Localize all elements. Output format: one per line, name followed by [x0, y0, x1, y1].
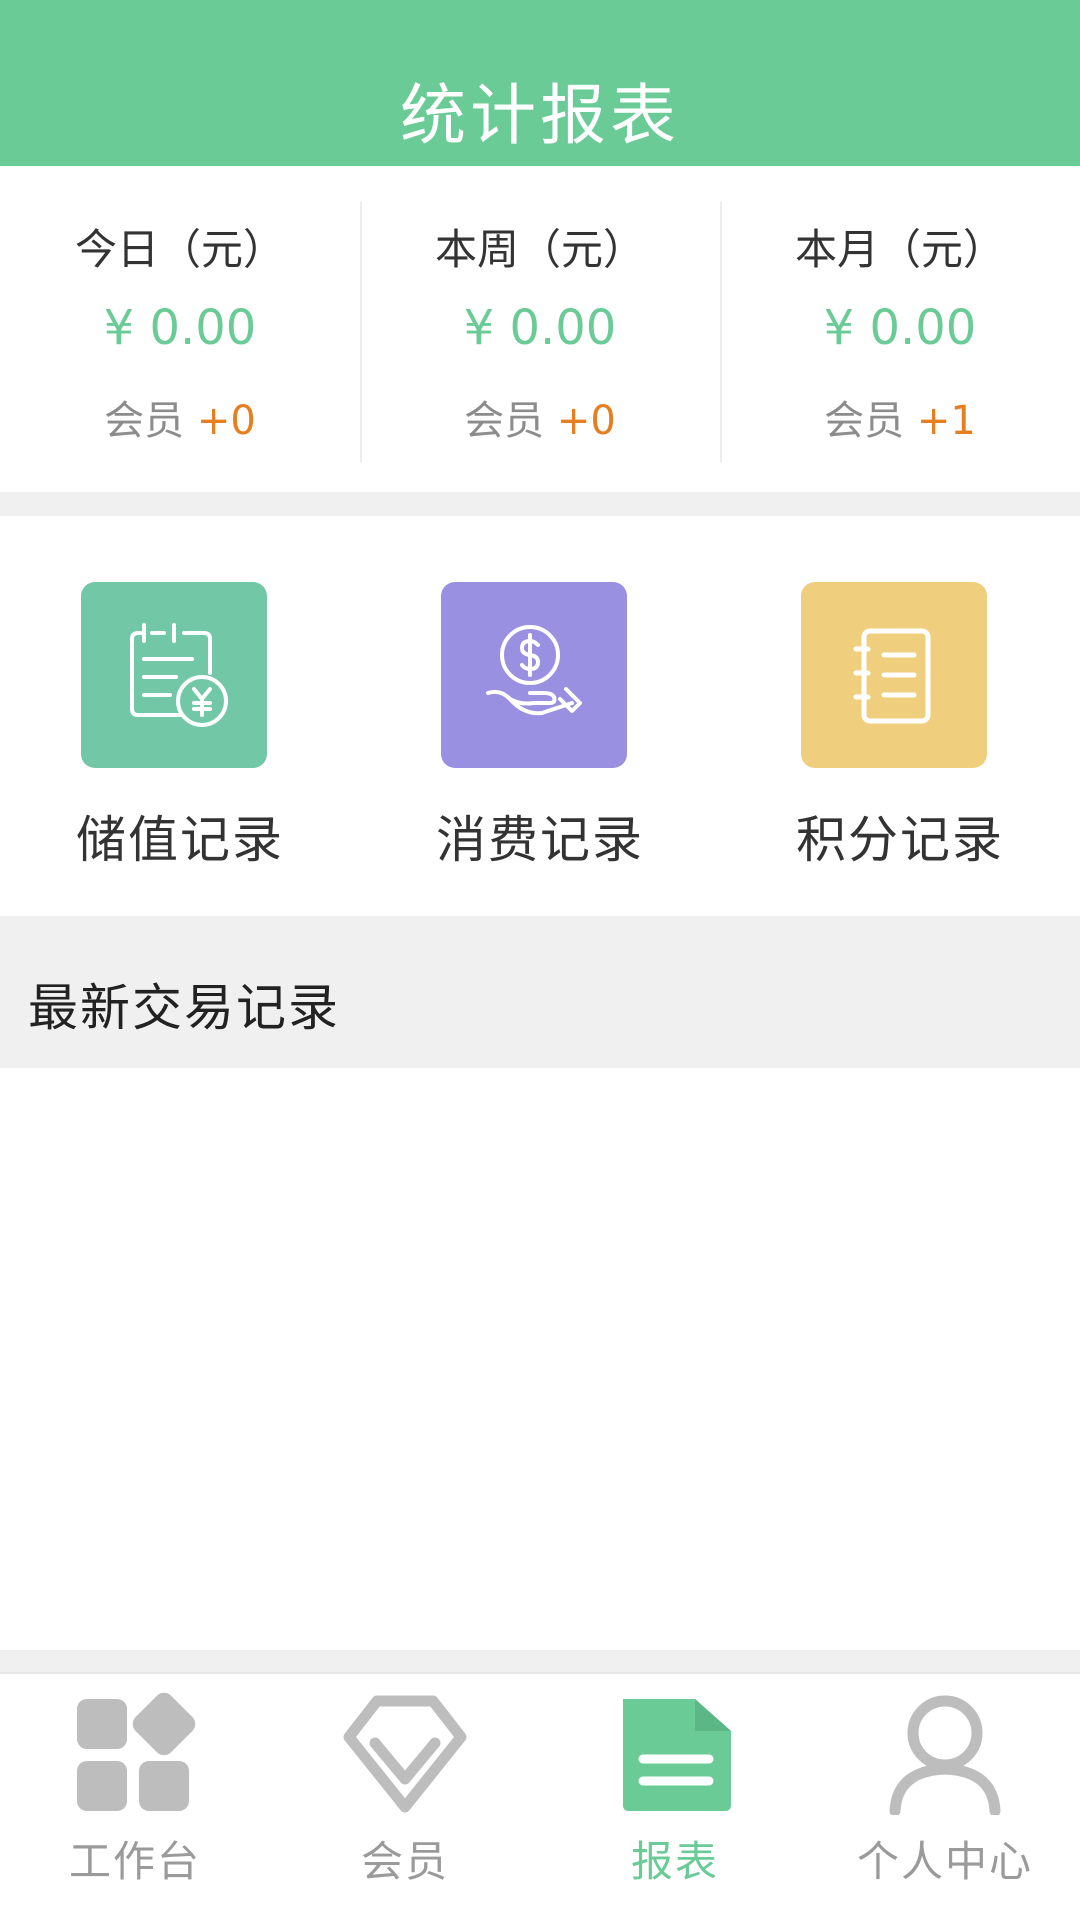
stat-label: 本周（元） [434, 225, 645, 274]
latest-transactions-header: 最新交易记录 [0, 916, 1080, 1068]
members-prefix: 会员 [104, 398, 197, 444]
stat-month: 本月（元） ¥ 0.00 会员 +1 [720, 166, 1080, 492]
members-delta: +0 [196, 398, 256, 444]
header-bar: 统计报表 [0, 0, 1080, 166]
page-title: 统计报表 [400, 77, 680, 154]
stat-amount: ¥ 0.00 [103, 300, 257, 356]
hand-dollar-icon [441, 582, 627, 768]
tab-reports[interactable]: 报表 [540, 1674, 810, 1920]
tab-label: 个人中心 [856, 1837, 1033, 1886]
stat-label: 本月（元） [794, 225, 1005, 274]
tabbar-divider [0, 1650, 1080, 1672]
members-delta: +1 [916, 398, 976, 444]
tab-workbench[interactable]: 工作台 [0, 1674, 270, 1920]
tab-label: 工作台 [68, 1837, 201, 1886]
members-prefix: 会员 [464, 398, 557, 444]
shortcut-consumption-records[interactable]: 消费记录 [360, 516, 720, 916]
shortcut-label: 积分记录 [796, 811, 1004, 869]
stat-members: 会员 +0 [0, 388, 360, 446]
shortcut-stored-value-records[interactable]: 储值记录 [0, 516, 360, 916]
stat-members: 会员 +1 [720, 388, 1080, 446]
tab-bar: 工作台 会员 报表 个人中心 [0, 1672, 1080, 1920]
tab-members[interactable]: 会员 [270, 1674, 540, 1920]
report-page: 统计报表 今日（元） ¥ 0.00 会员 +0 本周（元） ¥ 0.00 会员 … [0, 0, 1080, 1920]
members-delta: +0 [556, 398, 616, 444]
report-icon [610, 1688, 740, 1818]
section-title: 最新交易记录 [28, 979, 340, 1037]
shortcut-grid: 储值记录 消费记录 积分记录 [0, 516, 1080, 916]
grid-icon [70, 1688, 200, 1818]
stat-label: 今日（元） [74, 225, 285, 274]
stat-members: 会员 +0 [360, 388, 720, 446]
stat-amount: ¥ 0.00 [463, 300, 617, 356]
transaction-list [0, 1068, 1080, 1650]
shortcut-label: 储值记录 [76, 811, 284, 869]
stat-week: 本周（元） ¥ 0.00 会员 +0 [360, 166, 720, 492]
shortcut-points-records[interactable]: 积分记录 [720, 516, 1080, 916]
stats-summary: 今日（元） ¥ 0.00 会员 +0 本周（元） ¥ 0.00 会员 +0 本月… [0, 166, 1080, 492]
section-divider [0, 492, 1080, 516]
stat-today: 今日（元） ¥ 0.00 会员 +0 [0, 166, 360, 492]
tab-label: 报表 [630, 1837, 719, 1886]
calendar-yuan-icon [81, 582, 267, 768]
person-icon [880, 1688, 1010, 1818]
stat-amount: ¥ 0.00 [823, 300, 977, 356]
members-prefix: 会员 [824, 398, 917, 444]
diamond-icon [340, 1688, 470, 1818]
tab-label: 会员 [360, 1837, 449, 1886]
tab-profile[interactable]: 个人中心 [810, 1674, 1080, 1920]
shortcut-label: 消费记录 [436, 811, 644, 869]
notebook-icon [801, 582, 987, 768]
